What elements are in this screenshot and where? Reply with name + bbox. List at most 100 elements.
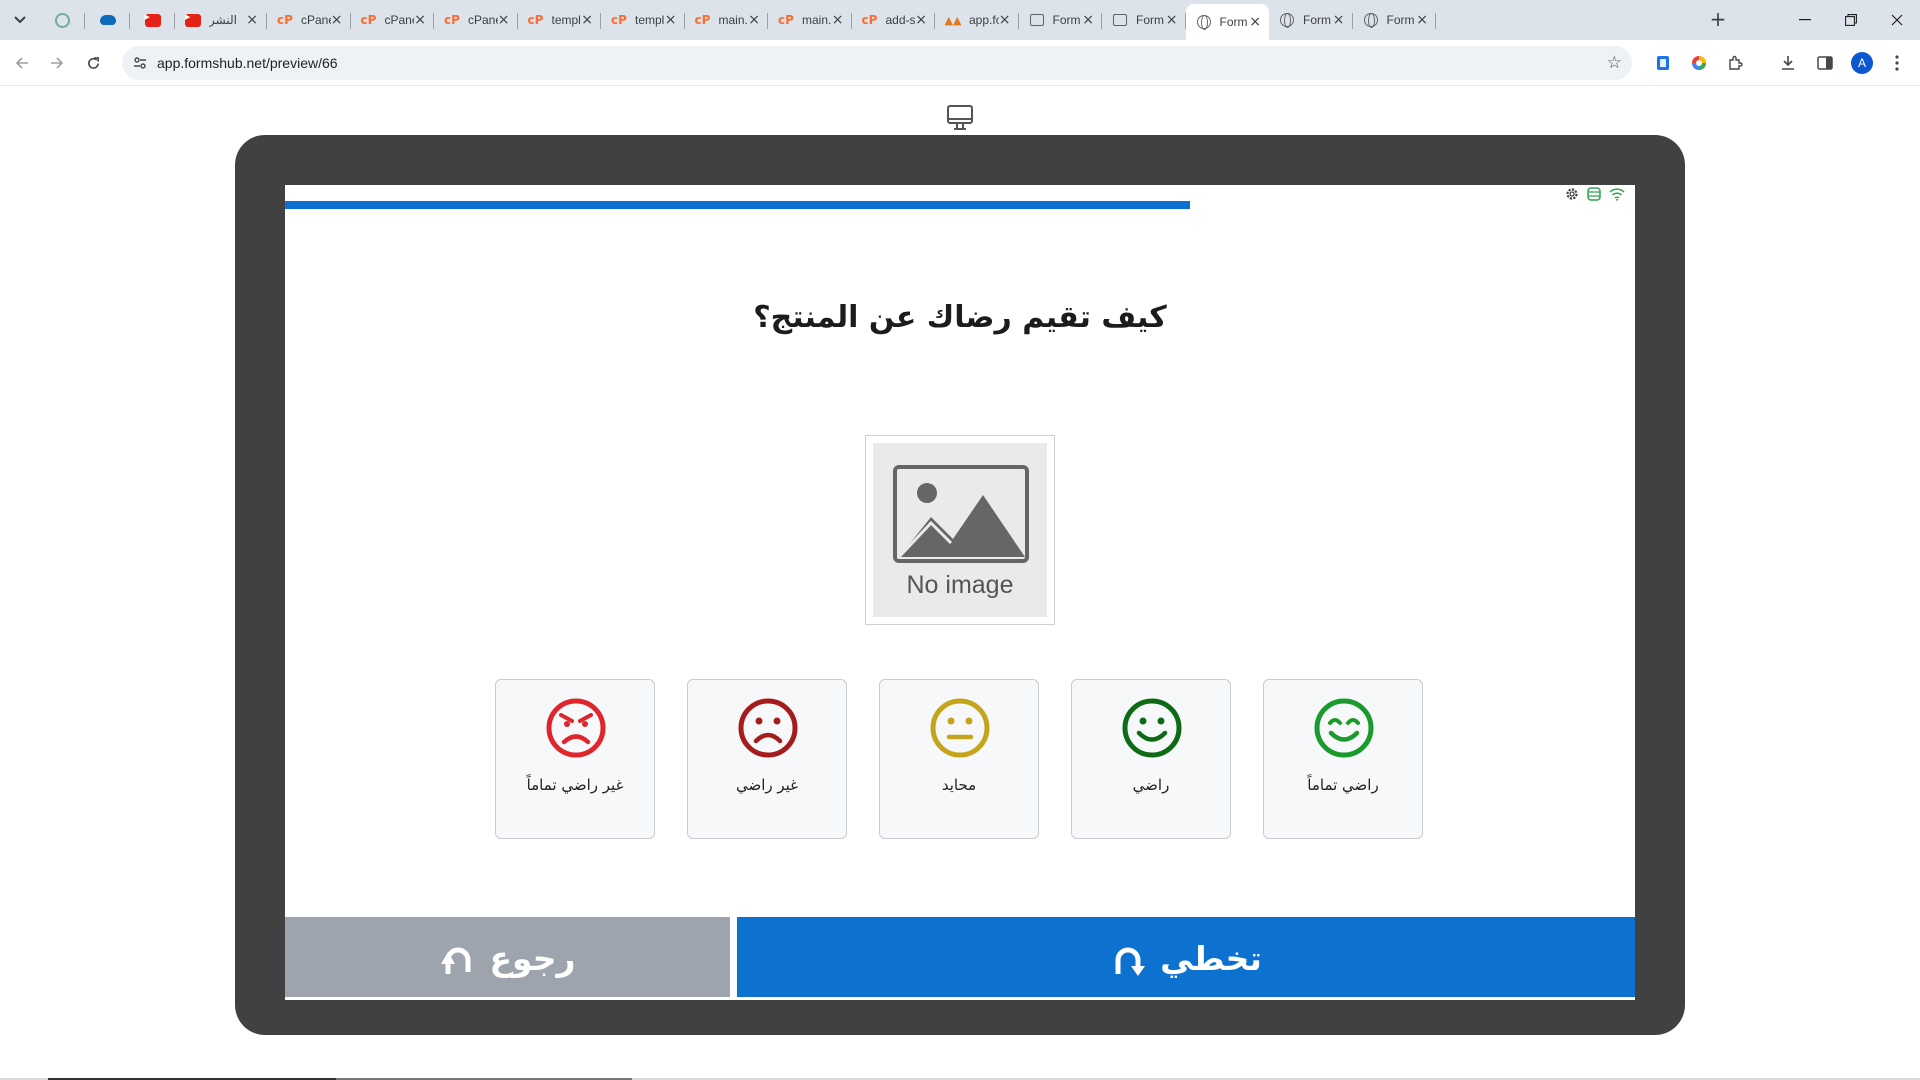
- tab-close-icon[interactable]: ×: [245, 12, 259, 28]
- tab-title: add-s: [885, 13, 916, 27]
- cloud-icon: [99, 12, 116, 28]
- question-title: كيف تقيم رضاك عن المنتج؟: [753, 300, 1167, 335]
- very-happy-face-icon: [1314, 698, 1374, 758]
- extension-color-icon[interactable]: [1687, 51, 1711, 75]
- neutral-face-icon: [930, 698, 990, 758]
- bookmark-star-icon[interactable]: ☆: [1607, 53, 1622, 73]
- tab-title: Form: [1386, 13, 1415, 27]
- forward-arrow-icon[interactable]: [43, 49, 71, 77]
- restore-button[interactable]: [1828, 0, 1874, 40]
- tab-close-icon[interactable]: ×: [1333, 12, 1345, 28]
- tab-title: main.: [802, 13, 832, 27]
- cpanel-icon: cP: [527, 13, 544, 27]
- tab-close-icon[interactable]: ×: [581, 12, 593, 28]
- desktop-monitor-icon[interactable]: [946, 104, 974, 130]
- app-icon: ▲▲: [944, 13, 962, 27]
- tab-close-icon[interactable]: ×: [331, 12, 343, 28]
- rating-options: راضي تماماً راضي محايد غير راضي غير راضي…: [495, 679, 1425, 839]
- tab-title: templ: [551, 13, 581, 27]
- globe-icon: [1363, 12, 1379, 28]
- extensions-puzzle-icon[interactable]: [1723, 51, 1747, 75]
- back-button[interactable]: رجوع: [285, 917, 730, 1000]
- tab-title: النشر: [209, 13, 237, 27]
- back-arrow-icon[interactable]: [8, 49, 36, 77]
- form-icon: [1112, 12, 1128, 28]
- browser-tab[interactable]: Form ×: [1353, 4, 1436, 36]
- browser-tab[interactable]: ▶ النشر ×: [175, 4, 267, 36]
- tab-close-icon[interactable]: ×: [665, 12, 677, 28]
- globe-icon: [1279, 12, 1295, 28]
- no-image-text: No image: [906, 571, 1014, 599]
- rating-option-angry[interactable]: غير راضي تماماً: [495, 679, 655, 839]
- tab-title: cPanel: [301, 13, 331, 27]
- browser-tab[interactable]: cP templ ×: [518, 4, 601, 36]
- image-placeholder-icon: [893, 465, 1029, 563]
- profile-avatar[interactable]: A: [1851, 52, 1873, 74]
- tab-title: app.fo: [969, 13, 999, 27]
- device-frame: كيف تقيم رضاك عن المنتج؟ No image راضي ت…: [235, 135, 1685, 1035]
- tab-close-icon[interactable]: ×: [1249, 14, 1261, 30]
- tab-close-icon[interactable]: ×: [1082, 12, 1094, 28]
- redo-arrow-icon: [1110, 942, 1146, 976]
- rating-option-neutral[interactable]: محايد: [879, 679, 1039, 839]
- tab-title: Form: [1052, 13, 1081, 27]
- rating-option-happy[interactable]: راضي: [1071, 679, 1231, 839]
- address-bar[interactable]: app.formshub.net/preview/66 ☆: [122, 46, 1632, 80]
- browser-tab[interactable]: cP cPanel×: [267, 4, 351, 36]
- browser-tab[interactable]: Form ×: [1019, 4, 1102, 36]
- browser-tab[interactable]: ×: [40, 4, 85, 36]
- sad-face-icon: [738, 698, 798, 758]
- tab-title: Form: [1136, 13, 1164, 27]
- browser-tab[interactable]: Form ×: [1102, 4, 1186, 36]
- tab-close-icon[interactable]: ×: [999, 12, 1011, 28]
- tab-close-icon[interactable]: ×: [915, 12, 927, 28]
- cpanel-icon: cP: [694, 13, 711, 27]
- browser-menu-icon[interactable]: [1885, 51, 1909, 75]
- tab-close-icon[interactable]: ×: [1166, 12, 1178, 28]
- browser-tab[interactable]: cP cPanel×: [434, 4, 518, 36]
- tab-title: Form: [1303, 13, 1331, 27]
- extension-doc-icon[interactable]: [1651, 51, 1675, 75]
- skip-button[interactable]: تخطي: [737, 917, 1635, 1000]
- tab-close-icon[interactable]: ×: [414, 12, 426, 28]
- settings-gear-icon[interactable]: [1565, 187, 1579, 201]
- browser-tab[interactable]: ▲▲ app.fo×: [935, 4, 1019, 36]
- new-tab-button[interactable]: +: [1704, 8, 1732, 32]
- page-content: كيف تقيم رضاك عن المنتج؟ No image راضي ت…: [0, 87, 1920, 1080]
- reload-icon[interactable]: [79, 49, 107, 77]
- rating-option-label: راضي تماماً: [1307, 776, 1379, 794]
- tab-search-chevron-icon[interactable]: [8, 8, 32, 32]
- rating-option-very-happy[interactable]: راضي تماماً: [1263, 679, 1423, 839]
- browser-tab[interactable]: ▶×: [130, 4, 175, 36]
- rating-option-sad[interactable]: غير راضي: [687, 679, 847, 839]
- browser-tab[interactable]: cP cPanel×: [351, 4, 434, 36]
- cpanel-icon: cP: [444, 13, 460, 27]
- browser-tab[interactable]: cP main. ×: [768, 4, 852, 36]
- download-icon[interactable]: [1776, 51, 1800, 75]
- globe-icon: [1196, 14, 1212, 30]
- tab-close-icon[interactable]: ×: [1416, 12, 1428, 28]
- tab-title: templ: [635, 13, 665, 27]
- rating-option-label: غير راضي: [735, 776, 799, 794]
- site-info-icon[interactable]: [128, 51, 152, 75]
- side-panel-icon[interactable]: [1813, 51, 1837, 75]
- browser-tab[interactable]: Form ×: [1185, 4, 1269, 40]
- browser-tab[interactable]: cP main. ×: [685, 4, 768, 36]
- browser-tab[interactable]: cP add-s ×: [852, 4, 935, 36]
- close-window-button[interactable]: [1874, 0, 1920, 40]
- url-text[interactable]: app.formshub.net/preview/66: [157, 55, 338, 71]
- minimize-button[interactable]: [1782, 0, 1828, 40]
- browser-tab[interactable]: Form ×: [1269, 4, 1353, 36]
- tab-close-icon[interactable]: ×: [832, 12, 844, 28]
- youtube-icon: ▶: [185, 12, 201, 28]
- browser-tab[interactable]: cP templ ×: [601, 4, 685, 36]
- browser-tab-strip: ××▶×▶النشر×cPcPanel×cPcPanel×cPcPanel×cP…: [0, 0, 1920, 40]
- tab-separator: [1435, 13, 1436, 29]
- chatgpt-icon: [55, 12, 71, 28]
- browser-tab[interactable]: ×: [85, 4, 130, 36]
- tab-title: cPanel: [384, 13, 415, 27]
- rating-option-label: غير راضي تماماً: [526, 776, 624, 794]
- happy-face-icon: [1122, 698, 1182, 758]
- tab-close-icon[interactable]: ×: [498, 12, 510, 28]
- tab-close-icon[interactable]: ×: [748, 12, 760, 28]
